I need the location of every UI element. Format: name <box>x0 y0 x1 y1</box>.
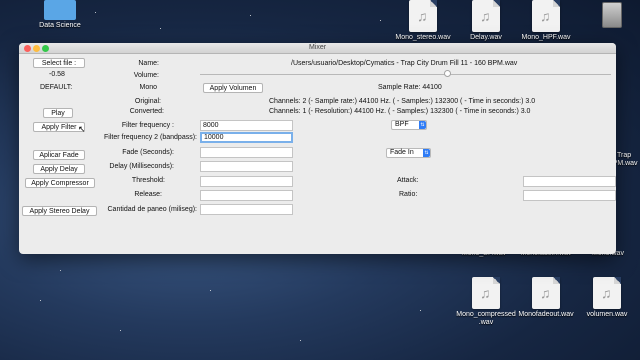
fade-type-value: Fade In <box>390 149 414 156</box>
release-input[interactable] <box>200 190 293 201</box>
threshold-label: Threshold: <box>131 177 165 184</box>
filter-type-select[interactable]: BPF ⇅ <box>391 120 427 130</box>
audio-file-icon: ♫ <box>472 0 500 32</box>
aplicar-fade-button[interactable]: Aplicar Fade <box>33 150 85 160</box>
window-title: Mixer <box>308 44 327 51</box>
desktop-icon-delay[interactable]: ♫ Delay.wav <box>454 0 518 42</box>
original-label: Original: <box>134 98 161 105</box>
audio-file-icon: ♫ <box>532 0 560 32</box>
desktop-icon-label: Mono_stereo.wav <box>395 34 451 41</box>
volume-slider-track[interactable] <box>200 74 611 75</box>
desktop-icon-label: Delay.wav <box>470 34 502 41</box>
audio-file-icon: ♫ <box>593 277 621 309</box>
release-label: Release: <box>134 191 162 198</box>
audio-file-icon: ♫ <box>532 277 560 309</box>
desktop-icon-label: Mono_compressed .wav <box>456 311 516 326</box>
mono-label: Mono <box>139 84 157 91</box>
filter-frequency-input[interactable] <box>200 120 293 131</box>
folder-icon <box>44 0 76 20</box>
paneo-input[interactable] <box>200 204 293 215</box>
apply-delay-button[interactable]: Apply Delay <box>33 164 85 174</box>
desktop-icon-mono-compressed[interactable]: ♫ Mono_compressed .wav <box>454 277 518 327</box>
desktop-icon-monofadeout[interactable]: ♫ Monofadeout.wav <box>514 277 578 319</box>
mixer-window: Mixer Select file : -0.58 DEFAULT: Play … <box>19 43 616 254</box>
filter-frequency-label: Filter frequency : <box>121 122 174 129</box>
paneo-label: Cantidad de paneo (miliseg): <box>107 206 198 213</box>
volume-label: Volume: <box>133 72 159 79</box>
attack-label: Attack: <box>397 177 419 184</box>
window-titlebar[interactable]: Mixer <box>19 43 616 54</box>
original-info: Channels: 2 (- Sample rate:) 44100 Hz. (… <box>269 98 536 105</box>
sample-rate-text: Sample Rate: 44100 <box>378 84 442 91</box>
converted-info: Channels: 1 (- Resolution:) 44100 Hz. ( … <box>269 108 531 115</box>
filter-type-value: BPF <box>395 121 409 128</box>
converted-label: Converted: <box>129 108 164 115</box>
desktop-icon-label: Data Science <box>39 22 81 29</box>
apply-compressor-button[interactable]: Apply Compressor <box>25 178 95 188</box>
delay-ms-label: Delay (Milliseconds): <box>109 163 174 170</box>
desktop-icon-label: volumen.wav <box>586 311 628 318</box>
filter-frequency-2-label: Filter frequency 2 (bandpass): <box>104 134 197 141</box>
hard-disk-icon <box>602 2 622 28</box>
file-path-value: /Users/usuario/Desktop/Cymatics - Trap C… <box>291 60 518 67</box>
chevron-updown-icon: ⇅ <box>419 121 426 129</box>
ratio-input[interactable] <box>523 190 616 201</box>
filter-frequency-2-input[interactable] <box>200 132 293 143</box>
mixer-content: Select file : -0.58 DEFAULT: Play Apply … <box>19 55 616 254</box>
apply-volumen-button[interactable]: Apply Volumen <box>203 83 263 93</box>
ratio-label: Ratio: <box>399 191 418 198</box>
fade-type-select[interactable]: Fade In ⇅ <box>386 148 431 158</box>
desktop-icon-data-science[interactable]: Data Science <box>28 0 92 30</box>
fade-seconds-input[interactable] <box>200 147 293 158</box>
name-label: Name: <box>138 60 159 67</box>
select-file-button[interactable]: Select file : <box>33 58 85 68</box>
fade-seconds-label: Fade (Seconds): <box>122 149 174 156</box>
delay-ms-input[interactable] <box>200 161 293 172</box>
default-label: DEFAULT: <box>40 84 73 91</box>
audio-file-icon: ♫ <box>409 0 437 32</box>
desktop-icon-disk[interactable] <box>592 2 632 28</box>
desktop-icon-mono-hpf[interactable]: ♫ Mono_HPF.wav <box>514 0 578 42</box>
attack-input[interactable] <box>523 176 616 187</box>
volume-db-value: -0.58 <box>49 71 65 78</box>
desktop-icon-volumen[interactable]: ♫ volumen.wav <box>575 277 639 319</box>
audio-file-icon: ♫ <box>472 277 500 309</box>
play-button[interactable]: Play <box>43 108 73 118</box>
threshold-input[interactable] <box>200 176 293 187</box>
desktop-icon-label: Mono_HPF.wav <box>521 34 571 41</box>
desktop-icon-mono-stereo[interactable]: ♫ Mono_stereo.wav <box>391 0 455 42</box>
volume-slider-knob[interactable] <box>443 70 451 77</box>
desktop-icon-label: Monofadeout.wav <box>518 311 574 318</box>
chevron-updown-icon: ⇅ <box>423 149 430 157</box>
